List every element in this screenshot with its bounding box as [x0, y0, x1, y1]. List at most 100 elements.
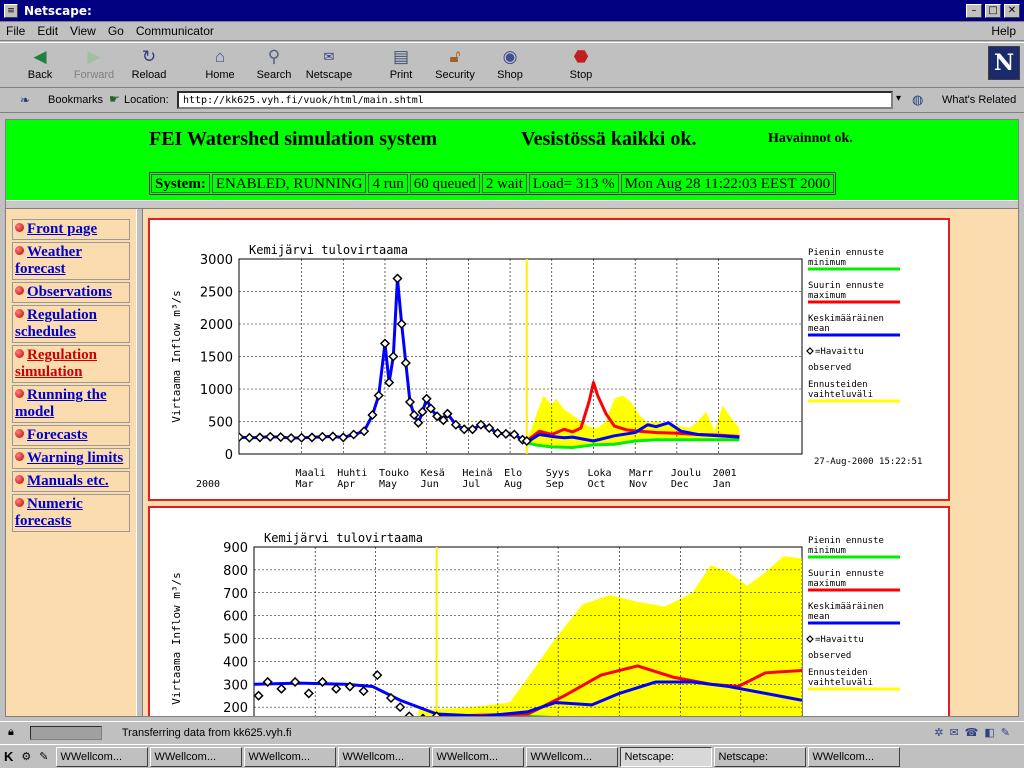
security-status-icon[interactable]: 🔒︎ — [8, 726, 14, 739]
security-button[interactable]: 🔓︎ Security — [427, 45, 483, 81]
nav-item-numeric-forecasts: Numeric forecasts — [12, 494, 130, 532]
chart-title: Kemijärvi tulovirtaama — [249, 243, 408, 257]
lock-icon: 🔓︎ — [449, 47, 461, 66]
nav-link[interactable]: Forecasts — [27, 427, 88, 443]
legend-label-en: vaihteluväli — [808, 678, 873, 688]
nav-link[interactable]: Regulation simulation — [15, 347, 97, 380]
x-tick-label-fi: Loka — [587, 468, 611, 479]
nav-item-weather-forecast: Weather forecast — [12, 242, 130, 280]
nav-link[interactable]: Manuals etc. — [27, 473, 109, 489]
taskbar-item[interactable]: WWellcom... — [338, 746, 431, 767]
taskbar-item[interactable]: WWellcom... — [808, 746, 901, 767]
nav-link[interactable]: Warning limits — [27, 450, 123, 466]
bullet-icon — [15, 286, 24, 295]
print-icon: ▤ — [392, 47, 410, 66]
reload-button[interactable]: ↻ Reload — [121, 45, 177, 81]
url-dropdown-icon[interactable]: ▾ — [896, 93, 901, 104]
y-tick-label: 700 — [223, 587, 248, 602]
menu-communicator[interactable]: Communicator — [130, 24, 220, 38]
maximize-button[interactable]: □ — [985, 3, 1001, 18]
legend-label-fi: Ennusteiden — [808, 668, 868, 678]
component-bar-icons[interactable]: ✲✉☎◧✎ — [934, 726, 1016, 739]
taskbar-item[interactable]: WWellcom... — [244, 746, 337, 767]
forward-button[interactable]: ▶ Forward — [66, 45, 122, 81]
start-icon[interactable]: K — [4, 749, 13, 764]
back-button[interactable]: ◀ Back — [12, 45, 68, 81]
nav-link[interactable]: Front page — [27, 221, 97, 237]
taskbar-item[interactable]: WWellcom... — [56, 746, 149, 767]
y-tick-label: 500 — [223, 633, 248, 648]
wait-count: 2 wait — [481, 174, 527, 193]
url-input[interactable]: http://kk625.vyh.fi/vuok/html/main.shtml — [177, 91, 893, 109]
search-button[interactable]: ⚲ Search — [246, 45, 302, 81]
legend-label-en: maximum — [808, 579, 846, 589]
bullet-icon — [15, 389, 24, 398]
print-button[interactable]: ▤ Print — [373, 45, 429, 81]
chart-title: Kemijärvi tulovirtaama — [264, 531, 423, 545]
stop-button[interactable]: ⬣ Stop — [553, 45, 609, 81]
x-tick-label-fi: Joulu — [671, 468, 701, 479]
bookmarks-icon[interactable]: ❧ — [20, 93, 30, 107]
whats-related-icon[interactable]: ◍ — [912, 92, 923, 108]
title-bar[interactable]: ≡ Netscape: – □ ✕ — [0, 0, 1024, 22]
nav-link[interactable]: Running the model — [15, 387, 107, 420]
taskbar-item[interactable]: Netscape: — [620, 746, 713, 767]
frame-splitter[interactable] — [136, 209, 143, 716]
bullet-icon — [15, 246, 24, 255]
nav-item-regulation-simulation: Regulation simulation — [12, 345, 130, 383]
pager-icon[interactable]: ⚙ — [21, 750, 31, 763]
x-tick-label-en: Oct — [587, 479, 605, 490]
forward-arrow-icon: ▶ — [87, 47, 101, 66]
whats-related-button[interactable]: What's Related — [942, 94, 1016, 106]
bookmarks-button[interactable]: Bookmarks — [48, 94, 103, 106]
taskbar-item[interactable]: WWellcom... — [150, 746, 243, 767]
menu-edit[interactable]: Edit — [31, 24, 64, 38]
window-title: Netscape: — [24, 3, 92, 18]
bullet-icon — [15, 452, 24, 461]
home-button[interactable]: ⌂ Home — [192, 45, 248, 81]
nav-link[interactable]: Regulation schedules — [15, 307, 97, 340]
chart-panel-1: 0 500 1000 1500 2000 2500 3000 2000 Maali Mar Huht… — [148, 218, 950, 501]
menu-file[interactable]: File — [0, 24, 31, 38]
nav-item-manuals: Manuals etc. — [12, 471, 130, 492]
window-menu-icon[interactable]: ≡ — [4, 3, 18, 18]
legend-label-fi: Pienin ennuste — [808, 536, 884, 546]
x-tick-label-fi: Elo — [504, 468, 522, 479]
x-tick-label-en: Dec — [671, 479, 689, 490]
taskbar-item[interactable]: WWellcom... — [432, 746, 525, 767]
menu-go[interactable]: Go — [102, 24, 130, 38]
legend-label-en: observed — [808, 363, 851, 373]
x-tick-label-fi: Heinä — [462, 468, 492, 479]
menu-view[interactable]: View — [64, 24, 102, 38]
nav-link[interactable]: Weather forecast — [15, 244, 82, 277]
nav-link[interactable]: Numeric forecasts — [15, 496, 83, 529]
y-tick-label: 400 — [223, 655, 248, 670]
legend-marker — [806, 347, 814, 355]
netscape-button[interactable]: ✉ Netscape — [301, 45, 357, 81]
legend-label-fi: Suurin ennuste — [808, 569, 884, 579]
shop-button[interactable]: ◉ Shop — [482, 45, 538, 81]
legend-label-fi: Keskimääräinen — [808, 602, 884, 612]
x-tick-label-en: Jul — [462, 479, 480, 490]
frame-divider[interactable] — [6, 200, 1018, 209]
location-icon: ☛ — [109, 92, 120, 106]
y-tick-label: 800 — [223, 564, 248, 579]
bullet-icon — [15, 309, 24, 318]
y-tick-label: 1500 — [200, 351, 233, 366]
system-timestamp: Mon Aug 28 11:22:03 EEST 2000 — [620, 174, 835, 193]
tools-icon[interactable]: ✎ — [39, 750, 48, 763]
nav-link[interactable]: Observations — [27, 284, 112, 300]
search-icon: ⚲ — [267, 47, 281, 66]
taskbar-item[interactable]: Netscape: — [714, 746, 807, 767]
nav-item-warning-limits: Warning limits — [12, 448, 130, 469]
nav-item-forecasts: Forecasts — [12, 425, 130, 446]
bullet-icon — [15, 349, 24, 358]
bullet-icon — [15, 223, 24, 232]
close-button[interactable]: ✕ — [1004, 3, 1020, 18]
x-tick-label-en: Jan — [713, 479, 731, 490]
x-tick-label-fi: Huhti — [337, 468, 367, 479]
menu-help[interactable]: Help — [985, 24, 1024, 38]
taskbar-item[interactable]: WWellcom... — [526, 746, 619, 767]
legend-label-fi: Pienin ennuste — [808, 248, 884, 258]
minimize-button[interactable]: – — [966, 3, 982, 18]
